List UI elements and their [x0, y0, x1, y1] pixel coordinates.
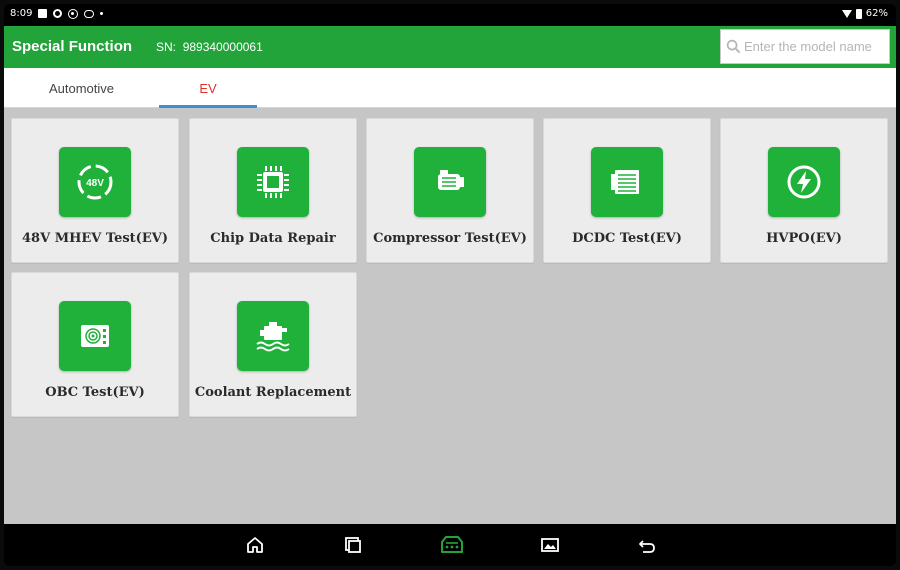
settings-notification-icon [53, 9, 63, 18]
48v-icon: 48V [59, 147, 131, 217]
status-time: 8:09 [10, 8, 33, 19]
function-label: Chip Data Repair [210, 231, 336, 246]
message-notification-icon [84, 9, 95, 18]
serial-number: SN: 989340000061 [156, 40, 263, 54]
recent-apps-button[interactable] [340, 532, 366, 558]
function-card-obc-test[interactable]: OBC Test(EV) [11, 272, 179, 417]
search-icon [726, 39, 741, 54]
function-label: Compressor Test(EV) [373, 231, 527, 246]
gallery-icon [541, 538, 559, 552]
battery-icon [855, 8, 862, 19]
tab-label: EV [199, 80, 217, 96]
function-card-hvpo[interactable]: HVPO(EV) [720, 118, 888, 263]
chip-icon [237, 147, 309, 217]
hvpo-icon [768, 147, 840, 217]
tab-automotive[interactable]: Automotive [4, 68, 159, 108]
compressor-icon [414, 147, 486, 217]
gallery-button[interactable] [537, 532, 563, 558]
home-button[interactable] [242, 532, 268, 558]
vci-button[interactable] [437, 532, 467, 558]
function-label: 48V MHEV Test(EV) [22, 231, 168, 246]
search-input[interactable] [744, 39, 884, 54]
back-icon [639, 540, 655, 553]
function-label: DCDC Test(EV) [572, 231, 682, 246]
function-label: OBC Test(EV) [45, 385, 145, 400]
sn-label: SN: [156, 40, 177, 54]
battery-level: 62% [865, 8, 888, 19]
home-icon [247, 537, 263, 553]
sn-value: 989340000061 [182, 40, 263, 54]
status-bar: 8:09 62% [4, 4, 896, 26]
obc-icon [59, 301, 131, 371]
page-title: Special Function [12, 38, 133, 55]
tab-label: Automotive [48, 80, 115, 96]
function-card-compressor-test[interactable]: Compressor Test(EV) [366, 118, 534, 263]
48v-icon-text: 48V [86, 178, 104, 189]
app-header: Special Function SN: 989340000061 [4, 26, 896, 68]
system-nav-bar [4, 524, 896, 566]
wifi-icon [841, 9, 852, 18]
function-label: HVPO(EV) [766, 231, 842, 246]
notification-icon [38, 9, 48, 18]
sync-notification-icon [68, 8, 79, 19]
function-card-chip-data-repair[interactable]: Chip Data Repair [189, 118, 357, 263]
function-card-48v-mhev-test[interactable]: 48V 48V MHEV Test(EV) [11, 118, 179, 263]
recent-apps-icon [345, 537, 361, 553]
coolant-icon [237, 301, 309, 371]
tab-bar: Automotive EV [4, 68, 896, 108]
function-grid: 48V 48V MHEV Test(EV) Chip Data Repair C… [4, 108, 896, 524]
function-card-dcdc-test[interactable]: DCDC Test(EV) [543, 118, 711, 263]
model-search-box[interactable] [720, 29, 890, 64]
function-label: Coolant Replacement [194, 385, 352, 400]
vci-icon [441, 536, 463, 553]
more-notifications-icon [100, 12, 104, 15]
back-button[interactable] [634, 532, 660, 558]
device-screen: 8:09 62% Special Function SN: 9893400000… [4, 4, 896, 566]
tab-ev[interactable]: EV [159, 68, 257, 108]
dcdc-icon [591, 147, 663, 217]
function-card-coolant-replacement[interactable]: Coolant Replacement [189, 272, 357, 417]
